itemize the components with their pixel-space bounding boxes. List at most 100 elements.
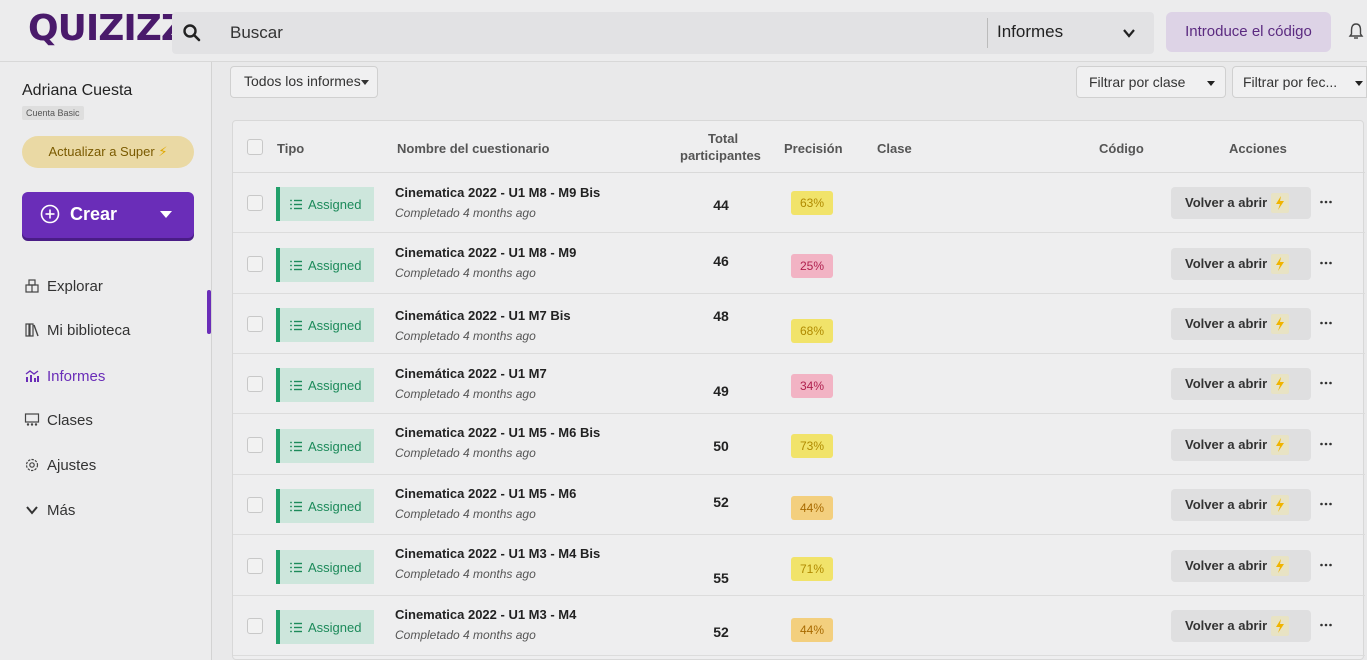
quiz-status: Completado 4 months ago [395,507,536,521]
more-icon[interactable] [1319,376,1333,390]
sidebar-item-reports[interactable]: Informes [24,364,105,388]
bell-icon[interactable] [1348,22,1364,40]
quiz-name[interactable]: Cinemática 2022 - U1 M7 Bis [395,308,571,323]
sidebar-item-label: Explorar [47,277,103,295]
quiz-name[interactable]: Cinematica 2022 - U1 M3 - M4 [395,607,576,622]
table-row[interactable]: Assigned Cinemática 2022 - U1 M7 Bis Compl… [233,294,1365,354]
header-class[interactable]: Clase [877,141,912,156]
sidebar-item-label: Informes [47,367,106,385]
row-checkbox[interactable] [247,256,263,272]
search-input[interactable]: Buscar [230,23,283,43]
participants-count: 52 [713,494,729,510]
reopen-button[interactable]: Volver a abrir [1171,429,1311,461]
row-checkbox[interactable] [247,195,263,211]
header-type[interactable]: Tipo [277,141,304,156]
sidebar-item-label: Mi biblioteca [47,321,131,339]
chevron-down-icon[interactable] [1122,26,1136,40]
reopen-button[interactable]: Volver a abrir [1171,610,1311,642]
row-checkbox[interactable] [247,316,263,332]
reopen-button[interactable]: Volver a abrir [1171,187,1311,219]
type-label: Assigned [308,257,362,273]
quiz-name[interactable]: Cinematica 2022 - U1 M5 - M6 [395,486,576,501]
table-row[interactable]: Assigned Cinematica 2022 - U1 M5 - M6 Comp… [233,475,1365,535]
type-label: Assigned [308,559,362,575]
search-icon [183,24,201,42]
row-checkbox[interactable] [247,497,263,513]
type-badge: Assigned [276,368,374,402]
header-code[interactable]: Código [1099,141,1144,156]
header-participants[interactable]: participantes [680,148,761,163]
quiz-name[interactable]: Cinematica 2022 - U1 M3 - M4 Bis [395,546,600,561]
table-row[interactable]: Assigned Cinemática 2022 - U1 M7 Completad… [233,354,1365,414]
reopen-label: Volver a abrir [1185,195,1268,210]
reopen-button[interactable]: Volver a abrir [1171,308,1311,340]
reopen-button[interactable]: Volver a abrir [1171,489,1311,521]
row-checkbox[interactable] [247,558,263,574]
quiz-name[interactable]: Cinemática 2022 - U1 M7 [395,366,547,381]
quiz-status: Completado 4 months ago [395,387,536,401]
enter-code-button[interactable]: Introduce el código [1166,12,1331,52]
reopen-label: Volver a abrir [1185,437,1268,452]
row-checkbox[interactable] [247,618,263,634]
more-icon[interactable] [1319,195,1333,209]
participants-count: 50 [713,438,729,454]
accuracy-badge: 44% [791,496,833,520]
quiz-name[interactable]: Cinematica 2022 - U1 M8 - M9 [395,245,576,260]
list-icon [290,501,302,511]
reopen-button[interactable]: Volver a abrir [1171,248,1311,280]
accuracy-badge: 25% [791,254,833,278]
table-row[interactable]: Assigned Cinematica 2022 - U1 M3 - M4 Comp… [233,596,1365,656]
caret-down-icon [160,211,172,218]
reopen-label: Volver a abrir [1185,376,1268,391]
table-row[interactable]: Assigned Cinematica 2022 - U1 M3 - M4 Bis… [233,536,1365,596]
more-icon[interactable] [1319,618,1333,632]
more-icon[interactable] [1319,256,1333,270]
sidebar-item-more[interactable]: Más [24,498,75,522]
more-icon[interactable] [1319,558,1333,572]
header-accuracy[interactable]: Precisión [784,141,843,156]
participants-count: 52 [713,624,729,640]
sidebar-item-library[interactable]: Mi biblioteca [24,318,130,342]
row-checkbox[interactable] [247,376,263,392]
header-name[interactable]: Nombre del cuestionario [397,141,549,156]
bolt-icon [1271,616,1289,636]
reports-select[interactable]: Informes [997,22,1063,42]
quiz-status: Completado 4 months ago [395,567,536,581]
list-icon [290,562,302,572]
settings-icon [25,458,39,472]
sidebar-item-classes[interactable]: Clases [24,408,93,432]
more-icon[interactable] [1319,497,1333,511]
select-all-checkbox[interactable] [247,139,263,155]
quiz-name[interactable]: Cinematica 2022 - U1 M8 - M9 Bis [395,185,600,200]
table-row[interactable]: Assigned Cinematica 2022 - U1 M8 - M9 Comp… [233,234,1365,294]
upgrade-button[interactable]: Actualizar a Super ⚡︎ [22,136,194,168]
header-total[interactable]: Total [708,131,738,146]
more-icon[interactable] [1319,437,1333,451]
row-checkbox[interactable] [247,437,263,453]
quiz-status: Completado 4 months ago [395,329,536,343]
type-badge: Assigned [276,308,374,342]
reopen-button[interactable]: Volver a abrir [1171,550,1311,582]
reports-icon [25,370,39,382]
table-row[interactable]: Assigned Cinematica 2022 - U1 M8 - M9 Bis… [233,173,1365,233]
table-row[interactable]: Assigned Cinematica 2022 - U1 M5 - M6 Bis… [233,415,1365,475]
quizizz-logo[interactable]: QUIZIZZ [28,8,187,49]
reopen-label: Volver a abrir [1185,497,1268,512]
reopen-label: Volver a abrir [1185,316,1268,331]
explore-icon [25,279,39,293]
all-reports-dropdown[interactable]: Todos los informes [230,66,378,98]
bolt-icon [1271,435,1289,455]
caret-down-icon [361,80,369,85]
sidebar-item-explore[interactable]: Explorar [24,274,103,298]
sidebar-item-settings[interactable]: Ajustes [24,453,96,477]
quiz-status: Completado 4 months ago [395,446,536,460]
accuracy-badge: 73% [791,434,833,458]
filter-by-date-dropdown[interactable]: Filtrar por fec... [1232,66,1367,98]
more-icon[interactable] [1319,316,1333,330]
create-button[interactable]: Crear [22,192,194,238]
filter-by-class-dropdown[interactable]: Filtrar por clase [1076,66,1226,98]
participants-count: 49 [713,383,729,399]
reopen-button[interactable]: Volver a abrir [1171,368,1311,400]
quiz-name[interactable]: Cinematica 2022 - U1 M5 - M6 Bis [395,425,600,440]
search-bar[interactable]: Buscar Informes [172,12,1154,54]
